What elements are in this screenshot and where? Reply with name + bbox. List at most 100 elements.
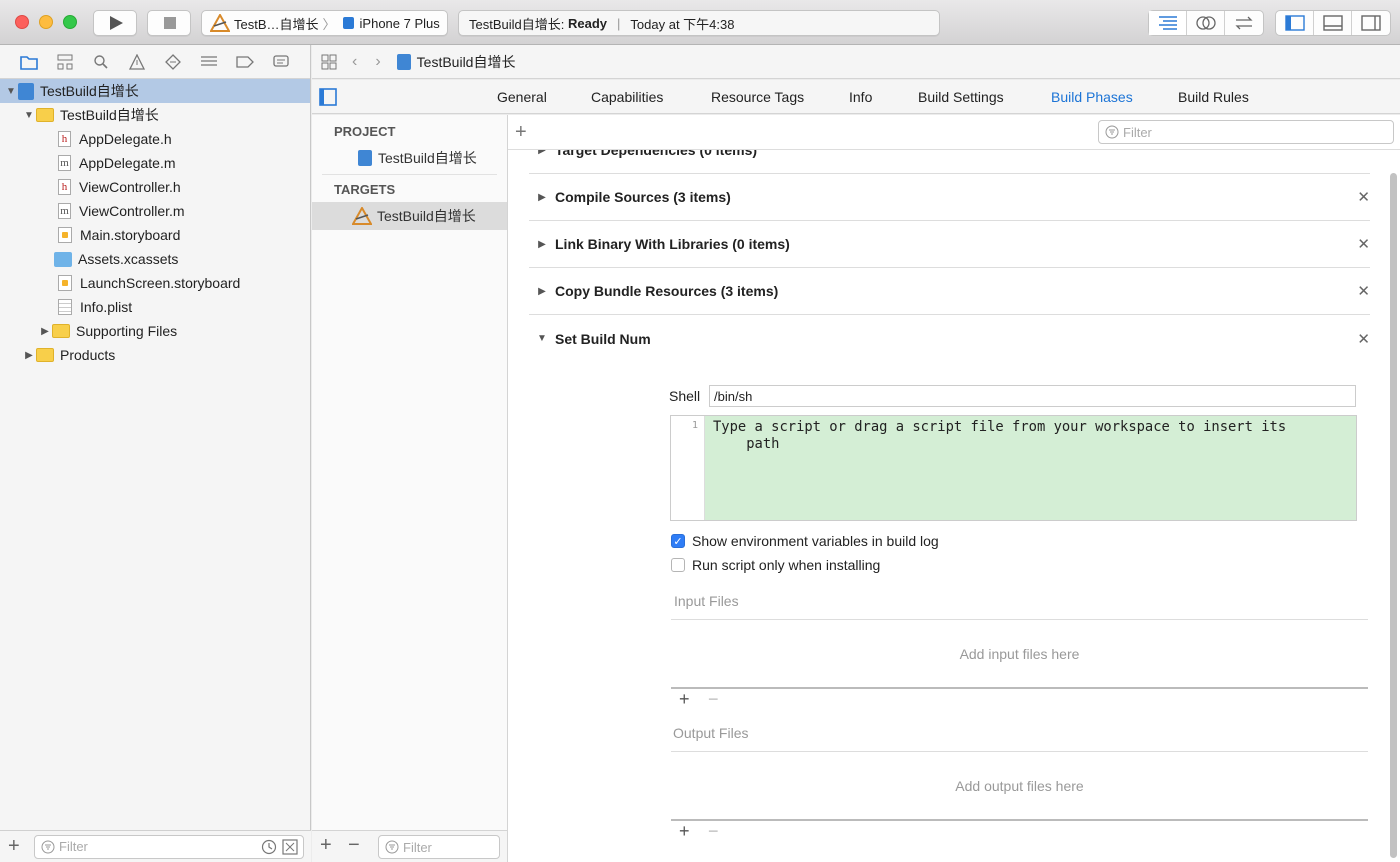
version-editor-button[interactable] [1225,11,1263,35]
tree-item-label: TestBuild自增长 [40,83,139,99]
phases-header-bar: + Filter [508,115,1400,150]
scheme-selector[interactable]: TestB…自增长 〉 iPhone 7 Plus [201,10,448,36]
tree-item-file[interactable]: h AppDelegate.h [0,127,310,151]
output-files-list[interactable]: Add output files here [671,751,1368,821]
run-button[interactable] [93,10,137,36]
zoom-window-button[interactable] [63,15,77,29]
add-input-file-icon[interactable]: + [679,689,690,710]
warning-icon[interactable] [126,51,148,73]
script-editor[interactable]: 1 Type a script or drag a script file fr… [670,415,1357,521]
disclosure-open-icon[interactable]: ▼ [529,333,555,344]
shell-field[interactable]: /bin/sh [709,385,1356,407]
tab-build-settings[interactable]: Build Settings [918,89,1004,105]
assistant-editor-button[interactable] [1187,11,1225,35]
debug-list-icon[interactable] [198,51,220,73]
phase-link-binary[interactable]: ▶ Link Binary With Libraries (0 items) ✕ [529,221,1370,268]
tree-item-group[interactable]: ▼ TestBuild自增长 [0,103,310,127]
folder-icon [36,108,54,122]
add-target-icon[interactable]: + [320,834,332,857]
tab-build-phases[interactable]: Build Phases [1051,89,1133,105]
add-icon[interactable]: + [8,835,20,858]
tab-build-rules[interactable]: Build Rules [1178,89,1249,105]
disclosure-closed-icon[interactable]: ▶ [529,192,555,203]
test-diamond-icon[interactable] [162,51,184,73]
breakpoint-icon[interactable] [234,51,256,73]
remove-output-file-icon[interactable]: − [708,821,719,842]
tree-item-project[interactable]: ▼ TestBuild自增长 [0,79,310,103]
phase-copy-bundle-resources[interactable]: ▶ Copy Bundle Resources (3 items) ✕ [529,268,1370,315]
toggle-targets-list-icon[interactable] [319,88,337,106]
remove-input-file-icon[interactable]: − [708,689,719,710]
toggle-utilities-button[interactable] [1352,11,1390,35]
toggle-navigator-button[interactable] [1276,11,1314,35]
header-file-icon: h [58,131,71,147]
add-phase-icon[interactable]: + [515,121,527,144]
tree-item-label: Main.storyboard [80,227,181,243]
tree-item-file[interactable]: m ViewController.m [0,199,310,223]
close-window-button[interactable] [15,15,29,29]
folder-icon[interactable] [18,51,40,73]
tree-item-file[interactable]: m AppDelegate.m [0,151,310,175]
forward-arrow-icon[interactable]: › [375,53,380,71]
vertical-scrollbar[interactable] [1390,173,1397,858]
source-control-filter-icon[interactable] [282,838,298,855]
stop-button[interactable] [147,10,191,36]
search-icon[interactable] [90,51,112,73]
filter-placeholder: Filter [1123,124,1152,140]
tree-item-group[interactable]: ▶ Products [0,343,310,367]
jumpbar-file-label[interactable]: TestBuild自增长 [417,52,516,72]
tree-item-group[interactable]: ▶ Supporting Files [0,319,310,343]
tab-resource-tags[interactable]: Resource Tags [711,89,804,105]
delete-phase-icon[interactable]: ✕ [1357,282,1370,300]
tree-item-file[interactable]: Info.plist [0,295,310,319]
tree-item-file[interactable]: LaunchScreen.storyboard [0,271,310,295]
add-output-file-icon[interactable]: + [679,821,690,842]
targets-filter-field[interactable]: Filter [378,835,500,859]
delete-phase-icon[interactable]: ✕ [1357,188,1370,206]
toggle-debug-area-button[interactable] [1314,11,1352,35]
show-env-vars-checkbox[interactable]: ✓ Show environment variables in build lo… [671,533,939,549]
run-only-installing-checkbox[interactable]: Run script only when installing [671,557,880,573]
phase-set-build-num[interactable]: ▼ Set Build Num ✕ [529,315,1370,362]
build-phases-editor: + Filter ▶ Target Dependencies (0 items)… [508,115,1400,862]
disclosure-open-icon[interactable]: ▼ [4,86,18,97]
script-text[interactable]: Type a script or drag a script file from… [713,419,1346,453]
delete-phase-icon[interactable]: ✕ [1357,330,1370,348]
editor-mode-control [1148,10,1264,36]
project-navigator: ▼ TestBuild自增长 ▼ TestBuild自增长 h AppDeleg… [0,45,311,862]
folder-icon [52,324,70,338]
back-arrow-icon[interactable]: ‹ [352,53,357,71]
report-icon[interactable] [270,51,292,73]
checkbox-checked-icon[interactable]: ✓ [671,534,685,548]
disclosure-open-icon[interactable]: ▼ [22,110,36,121]
navigator-footer: + Filter [0,830,311,862]
project-list-item[interactable]: TestBuild自增长 [312,144,507,172]
input-files-list[interactable]: Add input files here [671,619,1368,689]
delete-phase-icon[interactable]: ✕ [1357,235,1370,253]
phases-filter-field[interactable]: Filter [1098,120,1394,144]
disclosure-closed-icon[interactable]: ▶ [529,239,555,250]
tree-item-label: ViewController.h [79,179,181,195]
tab-general[interactable]: General [497,89,547,105]
checkbox-unchecked-icon[interactable] [671,558,685,572]
assistant-icon [1195,16,1216,30]
target-list-item[interactable]: TestBuild自增长 [312,202,507,230]
minimize-window-button[interactable] [39,15,53,29]
tree-item-file[interactable]: Main.storyboard [0,223,310,247]
phase-compile-sources[interactable]: ▶ Compile Sources (3 items) ✕ [529,174,1370,221]
recent-files-icon[interactable] [261,839,277,855]
filter-icon [385,840,399,854]
remove-target-icon[interactable]: − [348,834,360,857]
tree-item-file[interactable]: h ViewController.h [0,175,310,199]
disclosure-closed-icon[interactable]: ▶ [38,326,52,337]
navigator-filter-field[interactable]: Filter [34,834,304,859]
disclosure-closed-icon[interactable]: ▶ [22,350,36,361]
related-items-icon[interactable] [320,53,338,71]
project-icon [18,82,34,100]
tree-item-file[interactable]: Assets.xcassets [0,247,310,271]
hierarchy-icon[interactable] [54,51,76,73]
standard-editor-button[interactable] [1149,11,1187,35]
tab-info[interactable]: Info [849,89,872,105]
tab-capabilities[interactable]: Capabilities [591,89,663,105]
disclosure-closed-icon[interactable]: ▶ [529,286,555,297]
